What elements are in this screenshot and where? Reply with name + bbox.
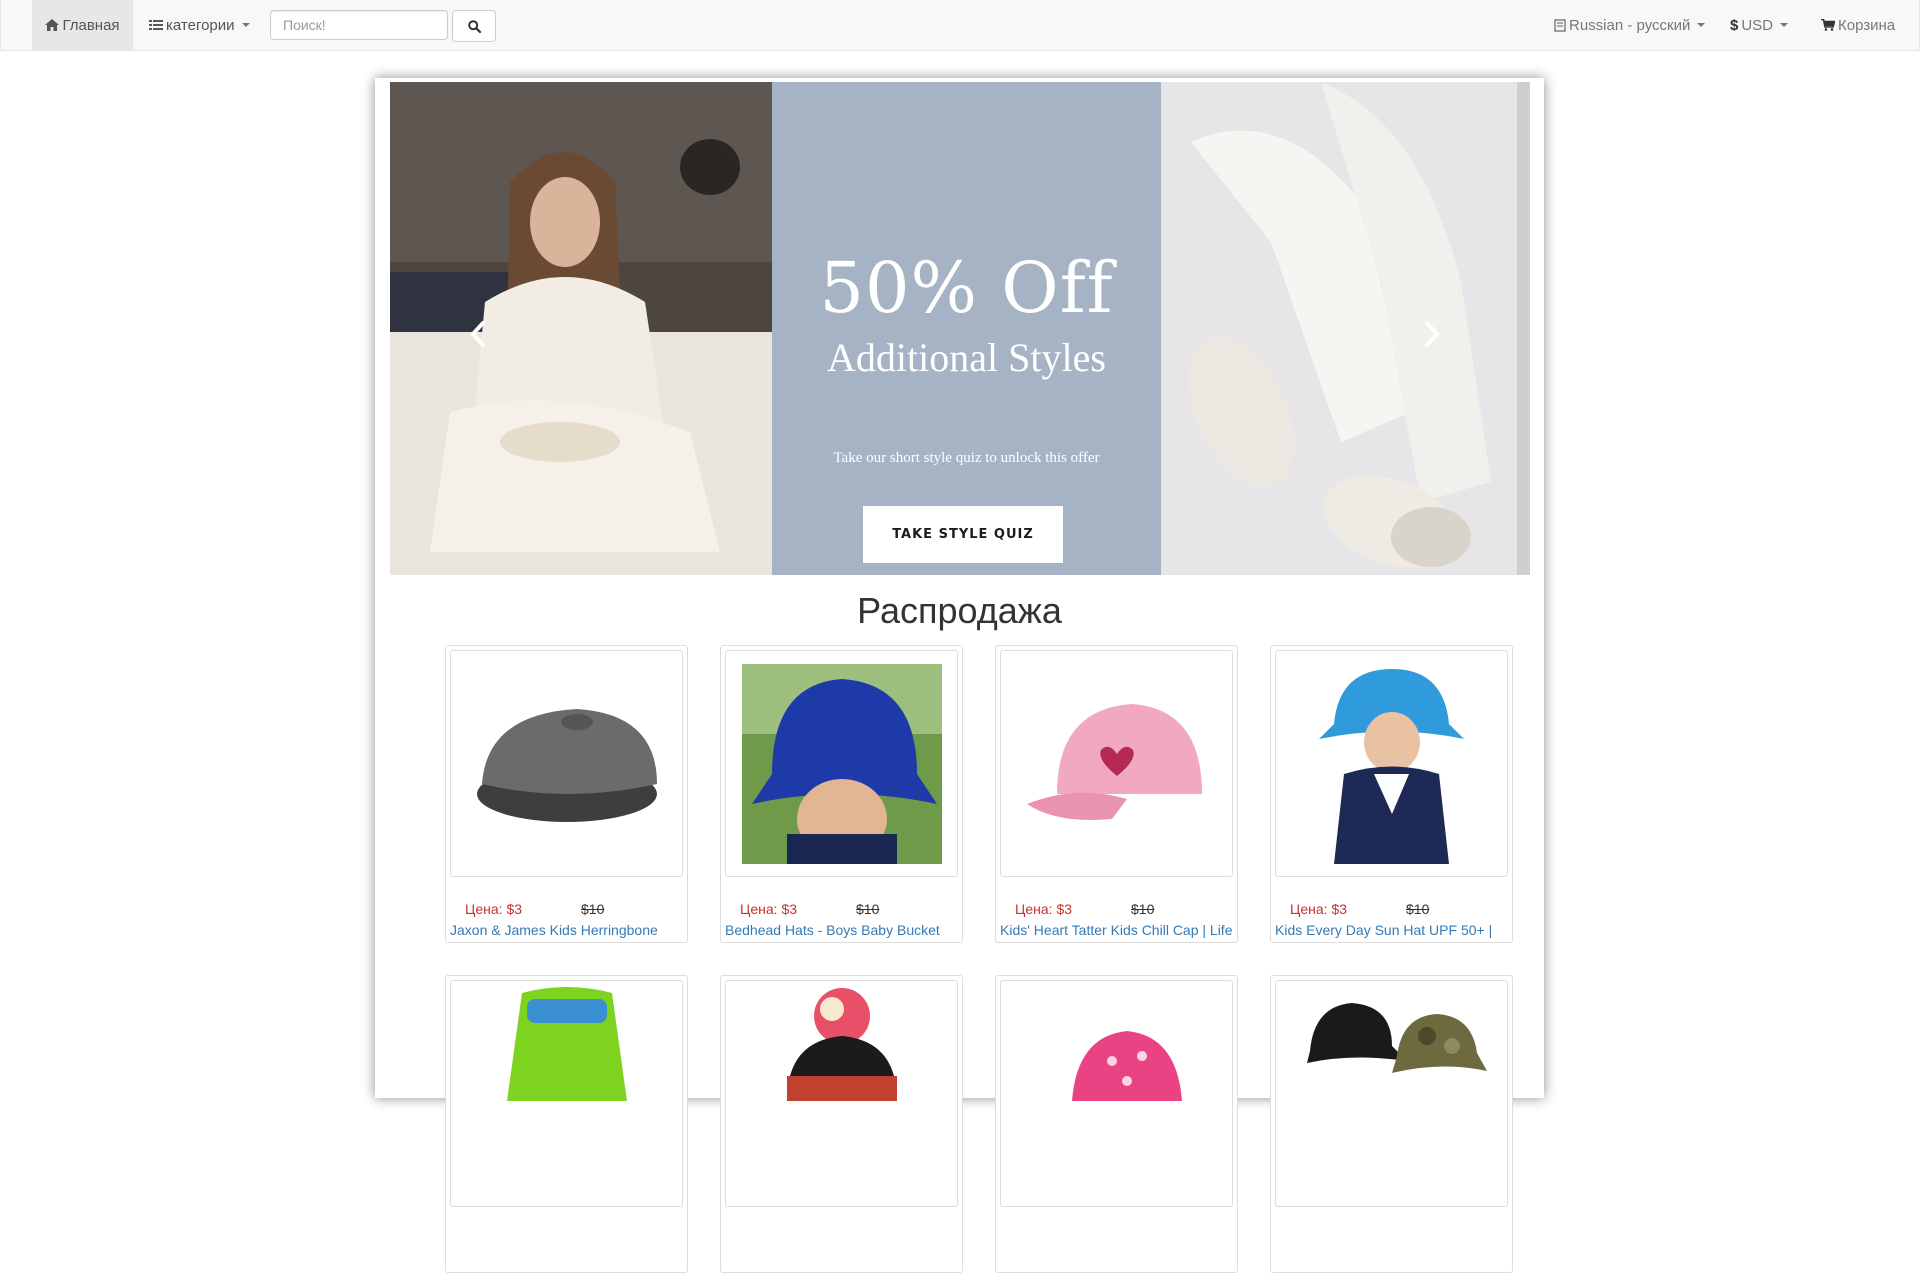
product-name-link[interactable]: Bedhead Hats - Boys Baby Bucket [725,922,958,938]
product-card [995,975,1238,1273]
product-image[interactable] [1000,980,1233,1207]
product-image[interactable] [1000,650,1233,877]
flat-cap-image [476,708,657,822]
product-image[interactable] [450,980,683,1207]
product-card [720,975,963,1273]
product-old-price: $10 [1406,901,1430,917]
product-card: Цена: $3 $10 Bedhead Hats - Boys Baby Bu… [720,645,963,943]
promo-subtitle: Additional Styles [827,335,1106,380]
product-card: Цена: $3 $10 Kids Every Day Sun Hat UPF … [1270,645,1513,943]
chevron-right-icon [1425,321,1439,347]
slippers-photo [1161,82,1517,575]
promo-title: 50% Off [819,247,1114,329]
product-image[interactable] [450,650,683,877]
cart-link[interactable]: Корзина [1821,0,1895,50]
language-label: Russian - русский [1569,16,1691,34]
language-icon [1554,18,1566,32]
cart-label: Корзина [1838,16,1896,34]
product-old-price: $10 [581,901,605,917]
chevron-down-icon [1697,23,1706,27]
sun-hat-boy-image [1314,663,1469,864]
list-icon [149,20,163,30]
promo-text: Take our short style quiz to unlock this… [833,450,1100,466]
product-card [1270,975,1513,1273]
carousel-next-slide-edge [1517,82,1530,575]
search-button[interactable] [452,10,496,42]
currency-dropdown[interactable]: $ USD [1730,0,1789,50]
product-price: Цена: $3 [465,901,523,917]
green-bucket-hat-image [506,987,627,1101]
main-container: 50% Off Additional Styles Take our short… [375,78,1544,1273]
carousel-promo-panel: 50% Off Additional Styles Take our short… [772,82,1161,575]
chevron-left-icon [471,321,485,347]
product-card: Цена: $3 $10 Jaxon & James Kids Herringb… [445,645,688,943]
carousel-image-slippers [1161,82,1517,575]
product-card: Цена: $3 $10 Kids' Heart Tatter Kids Chi… [995,645,1238,943]
nav-home-link[interactable]: Главная [32,0,133,50]
language-dropdown[interactable]: Russian - русский [1554,0,1706,50]
woman-photo [390,82,772,575]
carousel-next-arrow[interactable] [1417,314,1447,354]
dollar-icon: $ [1730,16,1739,34]
pompom-beanie-image [786,988,897,1101]
product-image[interactable] [1275,980,1508,1207]
top-navbar: Главная категории Russian - русский $ US… [0,0,1920,51]
search-input[interactable] [270,10,448,40]
product-price: Цена: $3 [1015,901,1073,917]
nav-home-label: Главная [62,16,120,34]
bucket-hat-child-image [741,663,942,864]
product-image[interactable] [1275,650,1508,877]
carousel-prev-arrow[interactable] [463,314,493,354]
product-price: Цена: $3 [1290,901,1348,917]
product-old-price: $10 [856,901,880,917]
cart-icon [1821,19,1835,31]
cadet-caps-image [1306,1003,1487,1073]
chevron-down-icon [1780,23,1789,27]
product-price: Цена: $3 [740,901,798,917]
product-old-price: $10 [1131,901,1155,917]
floral-cap-image [1071,1031,1182,1101]
currency-label: USD [1741,16,1774,34]
product-name-link[interactable]: Kids' Heart Tatter Kids Chill Cap | Life [1000,922,1233,938]
product-image[interactable] [725,650,958,877]
product-card [445,975,688,1273]
nav-categories-label: категории [166,16,235,34]
home-icon [45,19,60,31]
product-name-link[interactable]: Kids Every Day Sun Hat UPF 50+ | [1275,922,1508,938]
product-image[interactable] [725,980,958,1207]
search-icon [467,19,481,33]
sale-section-title: Распродажа [857,590,1062,631]
carousel-image-woman-on-bed [390,82,772,575]
hero-carousel[interactable]: 50% Off Additional Styles Take our short… [390,82,1530,575]
pink-cap-image [1026,703,1202,820]
nav-categories-dropdown[interactable]: категории [149,0,250,50]
chevron-down-icon [241,23,250,27]
product-name-link[interactable]: Jaxon & James Kids Herringbone [450,922,683,938]
take-style-quiz-button[interactable]: TAKE STYLE QUIZ [863,506,1063,563]
